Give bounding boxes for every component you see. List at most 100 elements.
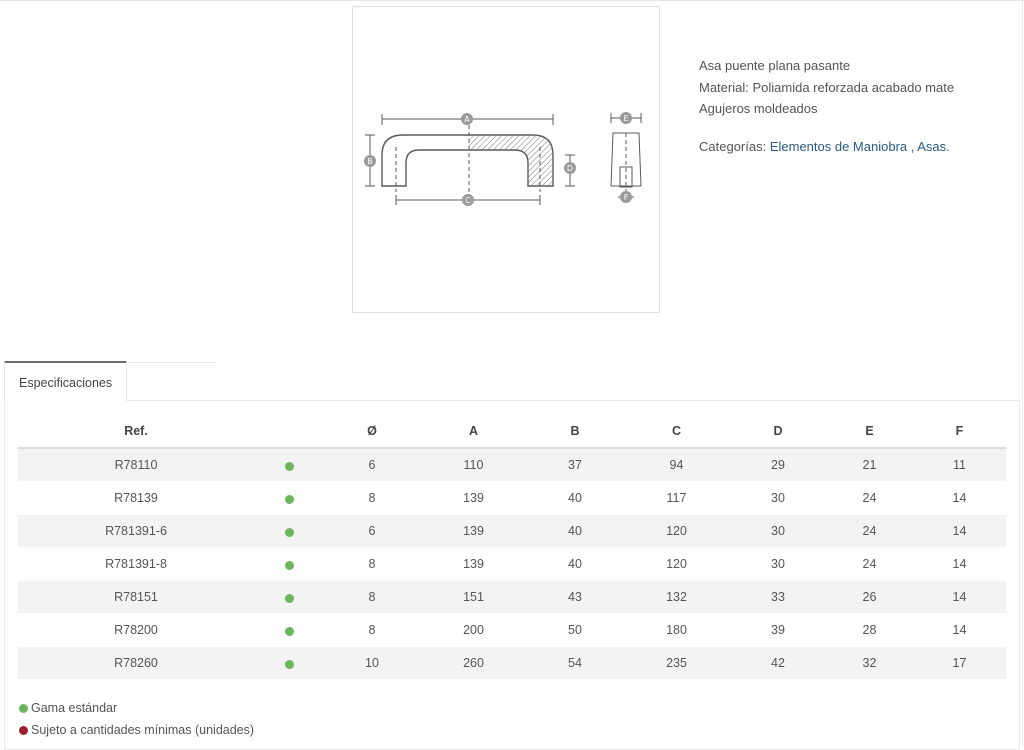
dim-f-label: F [624, 193, 629, 202]
legend: Gama estándar Sujeto a cantidades mínima… [19, 698, 254, 741]
cell-e: 24 [826, 547, 913, 581]
cell-f: 11 [913, 448, 1006, 482]
header-ref: Ref. [18, 414, 254, 449]
status-dot-green [284, 593, 294, 603]
header-diameter: Ø [324, 414, 420, 449]
cell-d: 30 [730, 547, 826, 581]
cell-e: 24 [826, 481, 913, 515]
header-d: D [730, 414, 826, 449]
cell-f: 14 [913, 613, 1006, 647]
technical-drawing: A B C D E F [364, 112, 642, 206]
cell-c: 120 [623, 547, 730, 581]
cell-a: 260 [420, 646, 527, 680]
header-a: A [420, 414, 527, 449]
cell-c: 235 [623, 646, 730, 680]
cell-b: 37 [527, 448, 623, 482]
specs-table: Ref. Ø A B C D E F R78110 6 110 37 94 29… [18, 414, 1006, 680]
dim-b-label: B [367, 157, 373, 166]
cell-a: 200 [420, 613, 527, 647]
cell-d: 33 [730, 580, 826, 614]
cell-diameter: 6 [324, 448, 420, 482]
status-dot-green [284, 527, 294, 537]
legend-dot-green [19, 704, 28, 714]
product-image[interactable]: A B C D E F [352, 6, 660, 313]
categories-label: Categorías: [699, 138, 767, 154]
legend-label: Gama estándar [31, 701, 118, 715]
tab-label: Especificaciones [19, 376, 113, 390]
legend-item-standard: Gama estándar [19, 698, 254, 720]
table-row[interactable]: R781391-8 8 139 40 120 30 24 14 [18, 547, 1006, 581]
table-row[interactable]: R78260 10 260 54 235 42 32 17 [18, 646, 1006, 680]
status-dot-green [284, 494, 294, 504]
category-separator: , [907, 138, 918, 154]
categories: Categorías: Elementos de Maniobra , Asas… [699, 136, 954, 158]
cell-e: 26 [826, 580, 913, 614]
header-e: E [826, 414, 913, 449]
cell-d: 30 [730, 514, 826, 548]
table-row[interactable]: R78151 8 151 43 132 33 26 14 [18, 580, 1006, 614]
cell-e: 28 [826, 613, 913, 647]
legend-label: Sujeto a cantidades mínimas (unidades) [31, 722, 255, 737]
cell-diameter: 8 [324, 481, 420, 515]
cell-a: 139 [420, 547, 527, 581]
cell-diameter: 8 [324, 547, 420, 581]
category-link-asas[interactable]: Asas. [917, 139, 950, 154]
cell-b: 40 [527, 481, 623, 515]
cell-ref: R78151 [18, 580, 254, 614]
dim-a-label: A [464, 115, 470, 124]
cell-b: 54 [527, 646, 623, 680]
cell-ref: R781391-6 [18, 514, 254, 548]
category-link-maniobra[interactable]: Elementos de Maniobra [770, 139, 907, 154]
cell-ref: R78200 [18, 613, 254, 647]
cell-e: 24 [826, 514, 913, 548]
cell-ref: R78139 [18, 481, 254, 515]
cell-f: 14 [913, 547, 1006, 581]
cell-b: 40 [527, 547, 623, 581]
dim-e-label: E [623, 114, 628, 123]
top-divider [0, 0, 1024, 1]
cell-e: 21 [826, 448, 913, 482]
cell-c: 180 [623, 613, 730, 647]
cell-e: 32 [826, 646, 913, 680]
dim-c-label: C [465, 196, 471, 205]
cell-diameter: 10 [324, 646, 420, 680]
legend-dot-red [19, 725, 28, 735]
cell-a: 139 [420, 514, 527, 548]
status-dot-green [284, 659, 294, 669]
header-c: C [623, 414, 730, 449]
legend-item-minimum: Sujeto a cantidades mínimas (unidades) [19, 720, 254, 742]
cell-c: 94 [623, 448, 730, 482]
table-header-row: Ref. Ø A B C D E F [18, 414, 1006, 449]
cell-a: 151 [420, 580, 527, 614]
tabs-container: Especificaciones Ref. Ø A B C D E F R781… [4, 361, 1020, 750]
header-f: F [913, 414, 1006, 449]
cell-f: 14 [913, 580, 1006, 614]
description-line: Agujeros moldeados [699, 101, 818, 116]
table-row[interactable]: R78139 8 139 40 117 30 24 14 [18, 481, 1006, 515]
tab-bar-line [126, 362, 216, 363]
tab-especificaciones[interactable]: Especificaciones [4, 361, 127, 401]
table-row[interactable]: R78110 6 110 37 94 29 21 11 [18, 448, 1006, 482]
status-dot-green [284, 626, 294, 636]
cell-diameter: 6 [324, 514, 420, 548]
product-description: Asa puente plana pasante Material: Polia… [699, 55, 954, 157]
table-row[interactable]: R78200 8 200 50 180 39 28 14 [18, 613, 1006, 647]
dim-d-label: D [567, 164, 573, 173]
cell-diameter: 8 [324, 580, 420, 614]
cell-c: 120 [623, 514, 730, 548]
cell-d: 30 [730, 481, 826, 515]
cell-b: 43 [527, 580, 623, 614]
header-status [254, 414, 324, 449]
cell-c: 132 [623, 580, 730, 614]
cell-ref: R781391-8 [18, 547, 254, 581]
description-line: Asa puente plana pasante [699, 58, 851, 73]
cell-f: 17 [913, 646, 1006, 680]
cell-b: 40 [527, 514, 623, 548]
cell-a: 110 [420, 448, 527, 482]
cell-f: 14 [913, 481, 1006, 515]
cell-b: 50 [527, 613, 623, 647]
cell-c: 117 [623, 481, 730, 515]
status-dot-green [284, 461, 294, 471]
cell-a: 139 [420, 481, 527, 515]
table-row[interactable]: R781391-6 6 139 40 120 30 24 14 [18, 514, 1006, 548]
